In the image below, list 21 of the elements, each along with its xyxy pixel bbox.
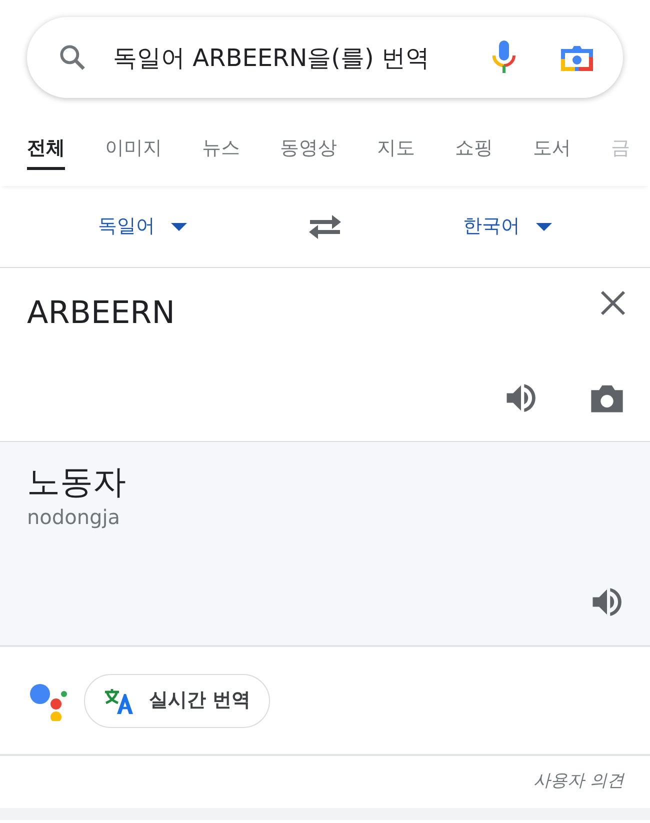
search-tab[interactable]: 이미지 [105, 130, 162, 170]
search-tab[interactable]: 뉴스 [202, 130, 240, 170]
translated-text: 노동자 [27, 462, 126, 502]
search-tab[interactable]: 쇼핑 [455, 130, 493, 170]
caret-icon [171, 222, 187, 230]
search-query: 독일어 ARBEERN을(를) 번역 [113, 42, 430, 74]
romanization-text: nodongja [27, 504, 120, 531]
caret-icon [536, 222, 552, 230]
search-tab[interactable]: 지도 [377, 130, 415, 170]
search-tab[interactable]: 전체 [27, 130, 65, 170]
search-tab[interactable]: 동영상 [280, 130, 337, 170]
feedback-link[interactable]: 사용자 의견 [534, 769, 624, 795]
swap-icon[interactable] [308, 212, 342, 240]
source-text: ARBEERN [27, 294, 175, 333]
live-translate-button[interactable]: 실시간 번역 [84, 674, 270, 728]
language-dropdown[interactable]: 독일어 [92, 211, 193, 242]
search-bar[interactable]: 독일어 ARBEERN을(를) 번역 [27, 17, 623, 98]
search-tab[interactable]: 도서 [533, 130, 571, 170]
translate-icon [103, 686, 133, 714]
close-icon[interactable] [600, 290, 626, 316]
language-dropdown[interactable]: 한국어 [457, 211, 558, 242]
